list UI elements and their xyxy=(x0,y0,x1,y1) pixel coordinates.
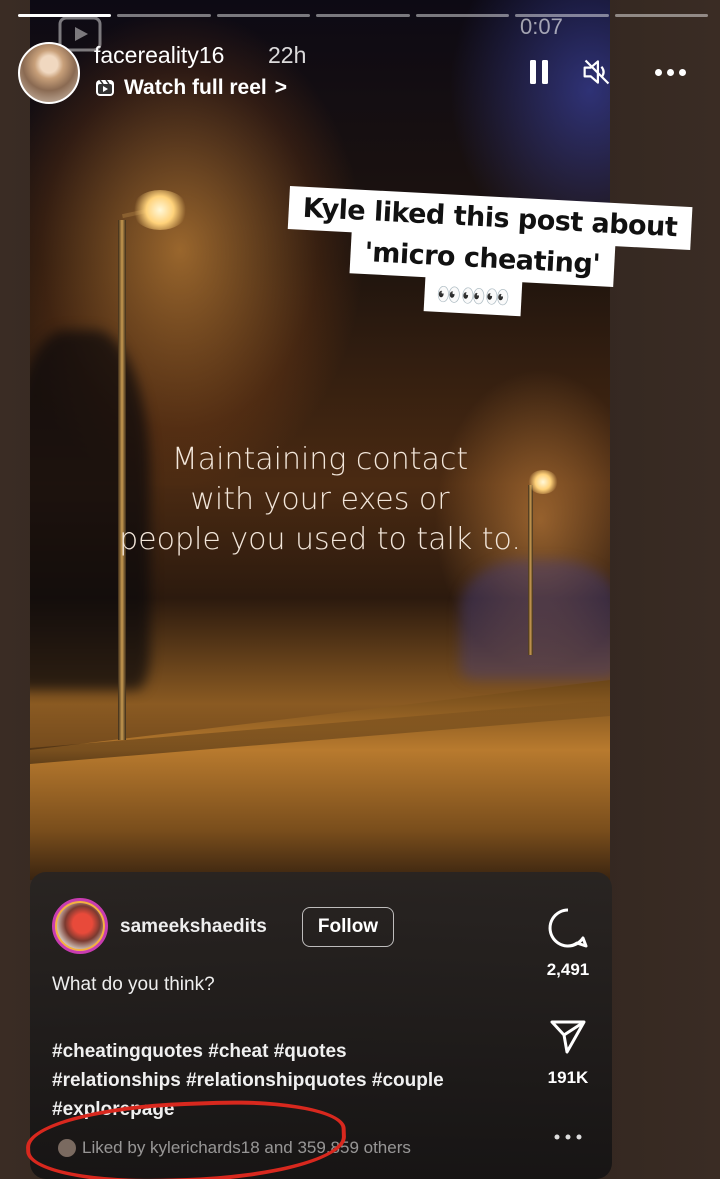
more-icon xyxy=(654,68,686,76)
share-button[interactable] xyxy=(546,1018,590,1054)
text-sticker[interactable]: Kyle liked this post about 'micro cheati… xyxy=(284,186,720,327)
avatar[interactable] xyxy=(18,42,80,104)
comment-count: 2,491 xyxy=(546,960,590,979)
post-caption: What do you think? xyxy=(52,974,215,995)
progress-segment xyxy=(117,14,211,17)
story-progress xyxy=(18,14,708,18)
mute-button[interactable] xyxy=(582,56,612,88)
progress-segment xyxy=(316,14,410,17)
post-username[interactable]: sameekshaedits xyxy=(120,916,267,938)
share-count: 191K xyxy=(547,1068,589,1087)
overlay-line: people you used to talk to. xyxy=(119,522,521,557)
overlay-line: with your exes or xyxy=(190,482,450,517)
story-viewer: Maintaining contact with your exes or pe… xyxy=(0,0,720,1179)
story-username[interactable]: facereality16 xyxy=(94,42,224,69)
reel-link-label: Watch full reel xyxy=(124,76,267,99)
reel-icon xyxy=(96,79,114,96)
progress-segment xyxy=(415,14,510,17)
tree-silhouette xyxy=(460,560,610,680)
hashtag-line: #cheatingquotes #cheat #quotes xyxy=(52,1041,347,1062)
pause-button[interactable] xyxy=(524,56,554,88)
follow-button[interactable]: Follow xyxy=(302,907,394,947)
story-time: 22h xyxy=(268,42,307,68)
progress-segment xyxy=(614,14,708,17)
eyes-emoji: 👀👀👀 xyxy=(423,275,523,317)
hashtag-line: #relationships #relationshipquotes #coup… xyxy=(52,1070,444,1091)
comment-icon xyxy=(548,908,588,948)
clock-text: 0:07 xyxy=(520,14,563,39)
overlay-line: Maintaining contact xyxy=(171,442,469,477)
watch-full-reel-link[interactable]: Watch full reel > xyxy=(94,76,287,100)
progress-segment xyxy=(216,14,311,17)
reel-overlay-text: Maintaining contact with your exes or pe… xyxy=(60,440,580,560)
mute-icon xyxy=(583,59,610,85)
comment-button[interactable] xyxy=(540,906,596,950)
share-icon xyxy=(550,1020,586,1054)
more-options-button[interactable] xyxy=(648,56,692,88)
pause-icon xyxy=(530,60,548,84)
ellipsis-icon[interactable] xyxy=(552,1132,584,1142)
avatar[interactable] xyxy=(52,898,108,954)
chevron-right-icon: > xyxy=(274,76,288,99)
street-lamp-light xyxy=(132,190,188,230)
